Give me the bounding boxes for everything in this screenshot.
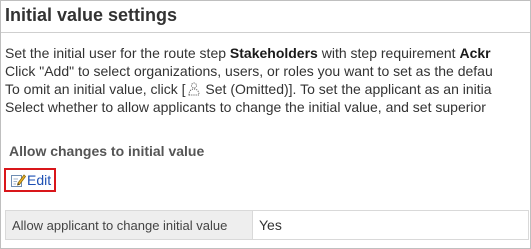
route-step-name: Stakeholders bbox=[229, 45, 318, 61]
description-line-1: Set the initial user for the route step … bbox=[5, 44, 493, 62]
edit-link-label: Edit bbox=[27, 172, 52, 188]
step-requirement-name: Ackr bbox=[459, 45, 491, 61]
table-row: Allow applicant to change initial value … bbox=[5, 210, 529, 240]
allow-change-value: Yes bbox=[252, 210, 529, 240]
edit-pencil-icon bbox=[11, 174, 26, 187]
description-line-1-prefix: Set the initial user for the route step bbox=[5, 45, 230, 61]
page-title: Initial value settings bbox=[5, 5, 178, 25]
edit-link[interactable]: Edit bbox=[4, 168, 56, 192]
allow-change-label: Allow applicant to change initial value bbox=[5, 210, 253, 240]
settings-table: Allow applicant to change initial value … bbox=[5, 210, 529, 240]
description-line-1-mid: with step requirement bbox=[317, 45, 460, 61]
description: Set the initial user for the route step … bbox=[5, 44, 493, 116]
description-line-2: Click "Add" to select organizations, use… bbox=[5, 63, 493, 79]
description-line-3: To omit an initial value, click [ Set (O… bbox=[5, 80, 493, 98]
description-line-4: Select whether to allow applicants to ch… bbox=[5, 99, 486, 115]
initial-value-settings-panel: Initial value settings Set the initial u… bbox=[0, 0, 531, 249]
description-line-3-after-icon: Set (Omitted)]. To set the applicant as … bbox=[201, 81, 492, 97]
title-divider bbox=[1, 32, 530, 33]
description-line-3-before-icon: To omit an initial value, click [ bbox=[5, 81, 186, 97]
person-dotted-icon bbox=[188, 82, 200, 96]
section-heading: Allow changes to initial value bbox=[9, 143, 205, 159]
